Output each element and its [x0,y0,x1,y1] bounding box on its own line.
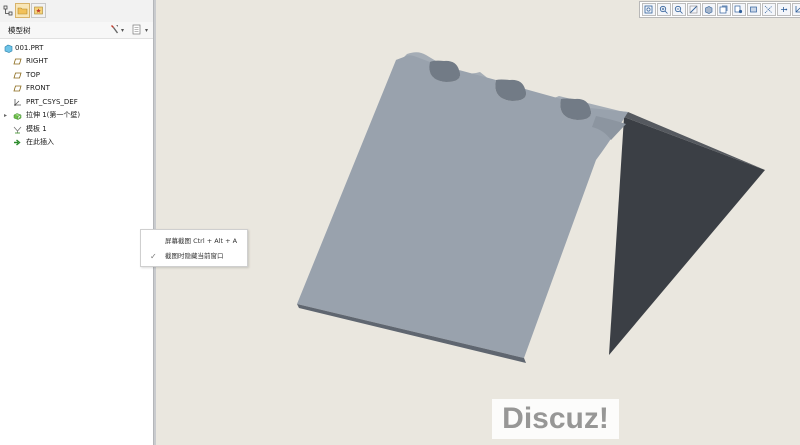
template-icon [13,125,22,134]
tree-item-label: RIGHT [26,57,48,65]
tree-item-insert-here[interactable]: 在此插入 [0,136,150,149]
tree-item-label: TOP [26,71,41,79]
checkmark-icon: ✓ [150,252,157,261]
zoom-in-icon[interactable] [656,3,671,16]
saved-views-icon[interactable] [716,3,731,16]
datum-axes-icon[interactable] [761,3,776,16]
menu-item-label: 屏幕截图 Ctrl + Alt + A [165,237,238,245]
menu-item-hide-window[interactable]: ✓ 截图时隐藏当前窗口 [141,249,247,264]
tree-item-label: 拉伸 1(第一个壁) [26,111,81,119]
tree-item-front-plane[interactable]: FRONT [0,82,150,95]
show-dropdown-icon[interactable]: ▾ [145,27,148,34]
model-dark-face [609,117,765,355]
extrude-icon [13,111,22,120]
menu-item-screenshot[interactable]: 屏幕截图 Ctrl + Alt + A [141,234,247,249]
model-tree-panel: 模型树 ▾ ▾ 001.PRT RIGHT TOP FRONT PRT_CSYS… [0,0,153,445]
datum-points-icon[interactable] [776,3,791,16]
tree-settings-icon[interactable] [110,24,120,38]
favorites-tab-icon[interactable] [31,3,46,18]
show-columns-icon[interactable] [132,24,141,38]
tree-item-label: PRT_CSYS_DEF [26,98,78,106]
expand-arrow-icon[interactable]: ▸ [4,111,13,120]
zoom-out-icon[interactable] [671,3,686,16]
tree-settings-dropdown-icon[interactable]: ▾ [121,27,124,34]
view-manager-icon[interactable] [731,3,746,16]
insert-here-icon [13,138,22,147]
shading-icon[interactable] [701,3,716,16]
tree-item-label: 模板 1 [26,125,47,133]
tree-item-label: 001.PRT [15,44,44,52]
csys-icon [13,98,22,107]
menu-item-label: 截图时隐藏当前窗口 [165,252,224,260]
tree-item-template[interactable]: 模板 1 [0,123,150,136]
refit-icon[interactable] [641,3,656,16]
screenshot-context-menu: 屏幕截图 Ctrl + Alt + A ✓ 截图时隐藏当前窗口 [140,229,248,267]
model-tree-tab-icon[interactable] [1,3,16,18]
datum-plane-icon [13,84,22,93]
repaint-icon[interactable] [686,3,701,16]
datum-planes-icon[interactable] [746,3,761,16]
tree-item-extrude[interactable]: ▸ 拉伸 1(第一个壁) [0,109,150,122]
tree-item-label: FRONT [26,84,50,92]
tree-item-right-plane[interactable]: RIGHT [0,55,150,68]
model-tree-header: 模型树 ▾ ▾ [0,22,153,39]
datum-plane-icon [13,57,22,66]
datum-plane-icon [13,71,22,80]
sheet-metal-model [297,52,765,363]
model-tree-title: 模型树 [8,26,31,35]
csys-display-icon[interactable] [791,3,800,16]
tree-item-label: 在此插入 [26,138,54,146]
view-toolbar [639,1,800,18]
tree-item-csys[interactable]: PRT_CSYS_DEF [0,96,150,109]
discuz-watermark: Discuz! [492,399,619,439]
panel-tab-strip [0,0,153,23]
tree-item-top-plane[interactable]: TOP [0,69,150,82]
graphics-viewport[interactable]: Discuz! [156,0,800,445]
part-icon [4,44,13,53]
tree-item-part[interactable]: 001.PRT [0,42,150,55]
folder-browser-tab-icon[interactable] [15,3,30,18]
